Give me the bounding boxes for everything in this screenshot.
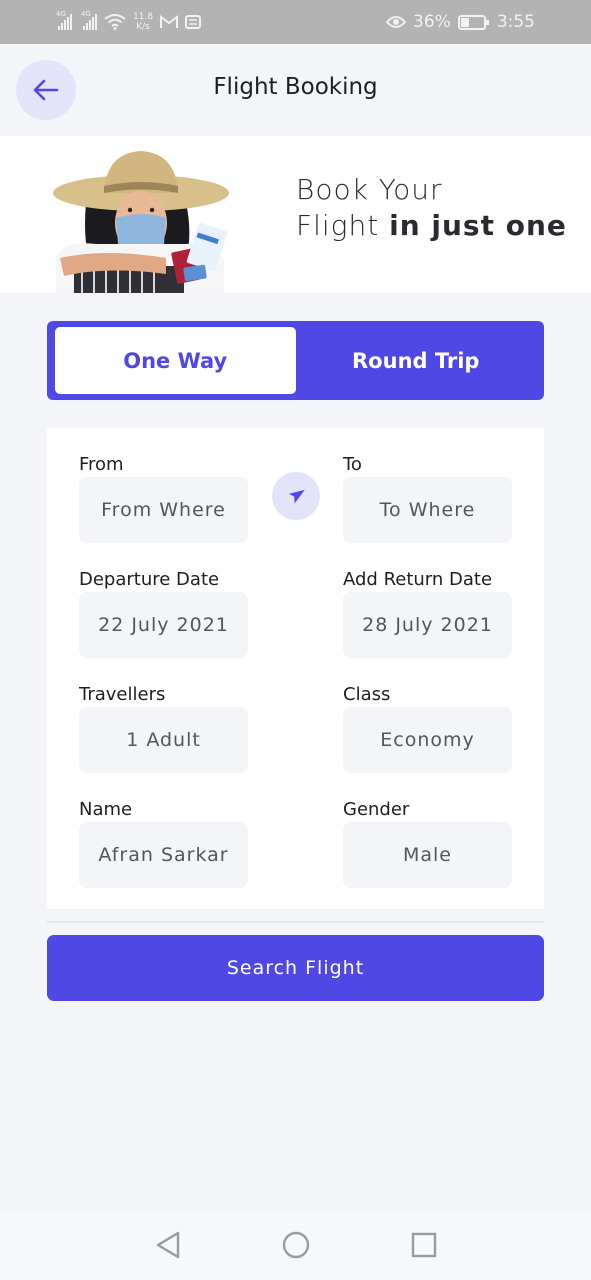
home-circle-icon[interactable] xyxy=(281,1230,311,1260)
gender-field[interactable]: Male xyxy=(343,822,512,888)
page-title: Flight Booking xyxy=(213,74,378,100)
network-type-label: 4G xyxy=(81,10,91,18)
traveller-illustration xyxy=(53,151,229,293)
return-date-field[interactable]: 28 July 2021 xyxy=(343,592,512,658)
gmail-icon xyxy=(160,15,179,28)
battery-icon xyxy=(457,14,489,30)
travellers-field[interactable]: 1 Adult xyxy=(79,707,248,773)
signal-icon: 4G xyxy=(81,10,97,30)
from-label: From xyxy=(79,454,124,475)
eye-icon xyxy=(386,16,407,28)
to-label: To xyxy=(343,454,362,475)
gender-label: Gender xyxy=(343,799,410,820)
status-bar: 4G 4G 11.8 K/s 36% 3:55 xyxy=(0,0,591,44)
banner-line-2: Flight in just one xyxy=(296,208,567,244)
airplane-icon xyxy=(288,489,305,504)
swap-button[interactable] xyxy=(272,472,320,520)
banner-line-2-plain: Flight xyxy=(296,209,380,242)
booking-form: From From Where To To Where Departure Da… xyxy=(47,428,544,909)
travellers-label: Travellers xyxy=(79,684,166,705)
battery-fill xyxy=(460,17,469,27)
battery-percent: 36% xyxy=(413,12,451,32)
departure-date-label: Departure Date xyxy=(79,569,220,590)
network-speed: 11.8 K/s xyxy=(133,12,153,32)
network-speed-unit: K/s xyxy=(136,22,150,32)
status-left: 4G 4G 11.8 K/s xyxy=(56,10,202,32)
banner-line-2-bold: in just one xyxy=(389,209,567,242)
tab-round-trip[interactable]: Round Trip xyxy=(296,327,537,394)
wifi-icon xyxy=(104,14,126,30)
search-flight-button[interactable]: Search Flight xyxy=(47,935,544,1001)
to-field[interactable]: To Where xyxy=(343,477,512,543)
promo-banner: Book Your Flight in just one xyxy=(0,136,591,293)
back-triangle-icon[interactable] xyxy=(153,1230,183,1260)
from-field[interactable]: From Where xyxy=(79,477,248,543)
trip-type-toggle: One Way Round Trip xyxy=(47,321,544,400)
class-field[interactable]: Economy xyxy=(343,707,512,773)
name-field[interactable]: Afran Sarkar xyxy=(79,822,248,888)
network-speed-value: 11.8 xyxy=(133,12,154,22)
status-right: 36% 3:55 xyxy=(386,12,535,32)
system-nav-bar xyxy=(0,1210,591,1280)
tab-one-way[interactable]: One Way xyxy=(55,327,296,394)
class-label: Class xyxy=(343,684,391,705)
clock: 3:55 xyxy=(496,12,535,32)
notification-icon xyxy=(185,15,202,29)
recents-square-icon[interactable] xyxy=(409,1230,439,1260)
banner-headline: Book Your Flight in just one xyxy=(296,172,567,244)
network-type-label: 4G xyxy=(56,10,66,18)
divider xyxy=(47,921,544,923)
banner-line-1: Book Your xyxy=(296,173,443,206)
name-label: Name xyxy=(79,799,133,820)
departure-date-field[interactable]: 22 July 2021 xyxy=(79,592,248,658)
signal-icon: 4G xyxy=(56,10,72,30)
return-date-label: Add Return Date xyxy=(343,569,493,590)
app-bar: Flight Booking xyxy=(0,44,591,136)
